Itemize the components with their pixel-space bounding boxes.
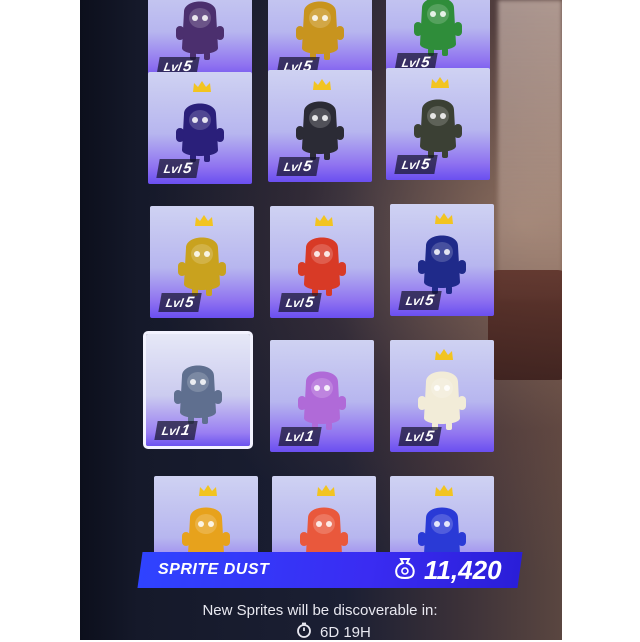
sprite-card-r1-c2[interactable]: Lvl 5 (386, 68, 490, 180)
level-value: 5 (423, 428, 436, 445)
discovery-message: New Sprites will be discoverable in: (202, 602, 438, 619)
sprite-dust-label: SPRITE DUST (158, 561, 270, 578)
sprite-card-r3-c0[interactable]: Lvl 1 (143, 331, 253, 449)
sprite-card-r3-c1[interactable]: Lvl 1 (270, 340, 374, 452)
background-window (498, 0, 562, 300)
discovery-timer-value: 6D 19H (320, 623, 371, 641)
sprite-figure-icon (412, 360, 472, 432)
level-label: Lvl (284, 295, 305, 310)
sprite-dust-banner: SPRITE DUST 11,420 (137, 552, 523, 588)
screen-photo: Lvl 5 Lvl 5 Lvl 5 Lvl 5 Lvl 5 Lvl 5 Lvl 5 Lvl 5 Lvl 5 Lvl 1… (80, 0, 562, 640)
level-value: 5 (419, 156, 432, 173)
sprite-card-r0-c0[interactable]: Lvl 5 (148, 0, 252, 82)
sprite-figure-icon (412, 224, 472, 296)
sprite-dust-amount: 11,420 (394, 555, 502, 586)
stopwatch-icon (296, 622, 312, 642)
sprite-dust-value: 11,420 (424, 554, 502, 585)
level-badge: Lvl 5 (394, 155, 438, 174)
sprite-figure-icon (170, 0, 230, 62)
sprite-card-r1-c1[interactable]: Lvl 5 (268, 70, 372, 182)
level-label: Lvl (400, 157, 421, 172)
sprite-figure-icon (292, 226, 352, 298)
level-badge: Lvl 5 (276, 157, 320, 176)
level-value: 5 (181, 160, 194, 177)
sprite-card-r2-c1[interactable]: Lvl 5 (270, 206, 374, 318)
sprite-figure-icon (408, 0, 468, 58)
sprite-figure-icon (170, 92, 230, 164)
level-badge: Lvl 5 (156, 159, 200, 178)
background-sofa (488, 270, 562, 380)
sprite-figure-icon (292, 360, 352, 432)
level-label: Lvl (404, 293, 425, 308)
level-badge: Lvl 1 (278, 427, 322, 446)
sprite-figure-icon (408, 88, 468, 160)
level-badge: Lvl 5 (398, 291, 442, 310)
level-label: Lvl (404, 429, 425, 444)
level-value: 1 (303, 428, 316, 445)
sprite-figure-icon (290, 0, 350, 62)
level-value: 5 (183, 294, 196, 311)
level-label: Lvl (162, 161, 183, 176)
sprite-figure-icon (172, 226, 232, 298)
discovery-timer: 6D 19H (296, 622, 371, 642)
level-badge: Lvl 1 (154, 421, 198, 440)
sprite-figure-icon (290, 90, 350, 162)
level-badge: Lvl 5 (158, 293, 202, 312)
level-label: Lvl (160, 423, 181, 438)
level-value: 1 (179, 422, 192, 439)
sprite-card-r2-c0[interactable]: Lvl 5 (150, 206, 254, 318)
level-label: Lvl (164, 295, 185, 310)
sprite-card-r2-c2[interactable]: Lvl 5 (390, 204, 494, 316)
level-badge: Lvl 5 (398, 427, 442, 446)
level-label: Lvl (284, 429, 305, 444)
sprite-card-r3-c2[interactable]: Lvl 5 (390, 340, 494, 452)
sprite-card-r1-c0[interactable]: Lvl 5 (148, 72, 252, 184)
level-value: 5 (301, 158, 314, 175)
level-label: Lvl (282, 159, 303, 174)
level-value: 5 (423, 292, 436, 309)
level-badge: Lvl 5 (278, 293, 322, 312)
sprite-card-r0-c2[interactable]: Lvl 5 (386, 0, 490, 78)
level-value: 5 (303, 294, 316, 311)
sprite-figure-icon (168, 354, 228, 426)
dust-pouch-icon (394, 556, 416, 585)
